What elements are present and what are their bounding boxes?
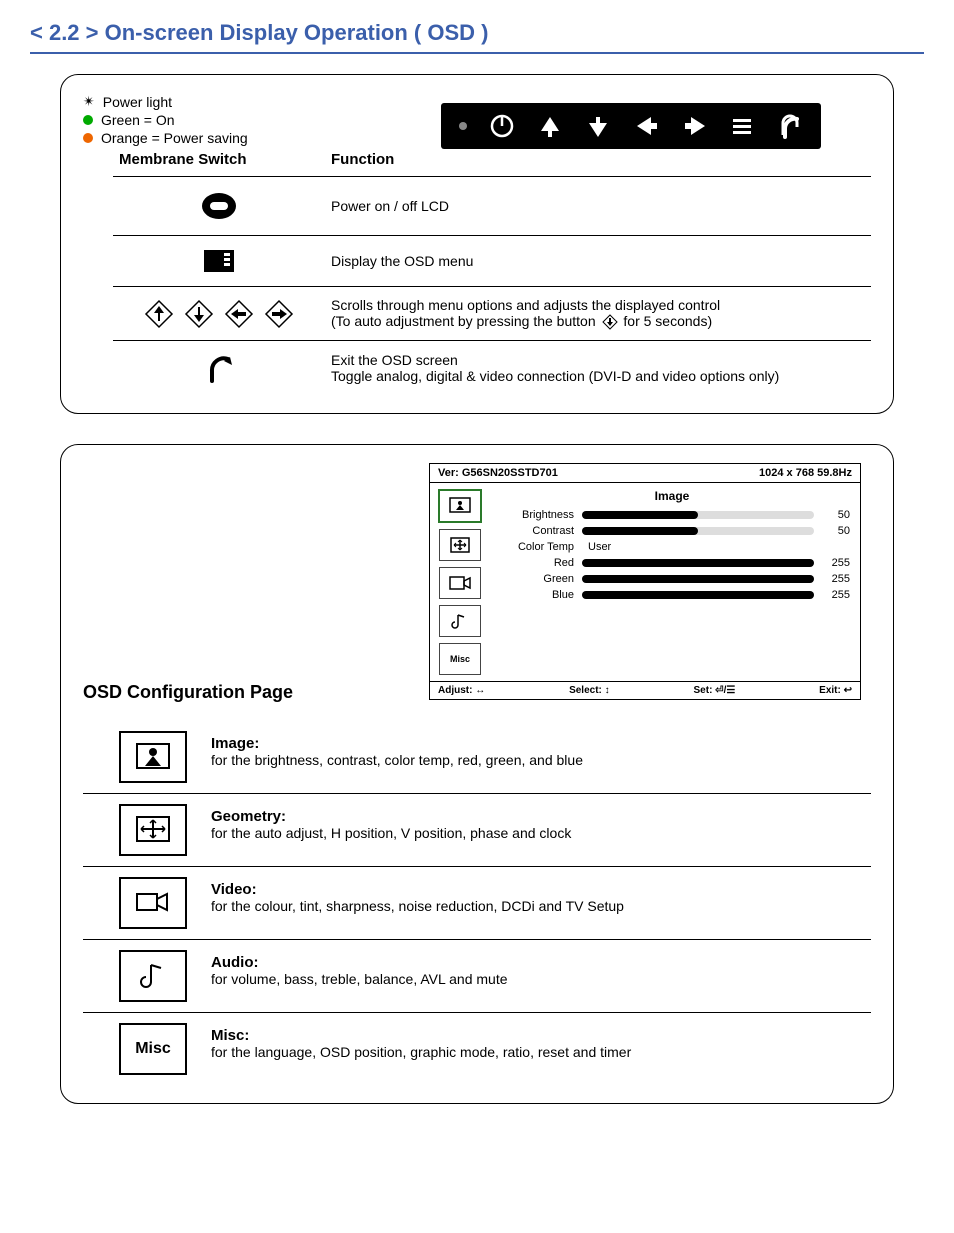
arrow-up-icon (537, 113, 563, 139)
power-button-icon (200, 187, 238, 225)
membrane-table: Membrane Switch Function Power on / off … (113, 143, 871, 395)
fn-power: Power on / off LCD (325, 177, 871, 236)
fn-menu: Display the OSD menu (325, 236, 871, 287)
legend-orange: Orange = Power saving (101, 130, 248, 146)
green-dot-icon (83, 115, 93, 125)
osd-version: Ver: G56SN20SSTD701 (438, 467, 558, 479)
gear-icon: ✴ (83, 93, 95, 110)
osd-tab-image (438, 489, 482, 523)
page-title: < 2.2 > On-screen Display Operation ( OS… (30, 20, 924, 54)
arrow-down-icon (585, 113, 611, 139)
osd-blue-val: 255 (822, 589, 850, 601)
osd-tab-video (439, 567, 481, 599)
button-strip-graphic (441, 103, 821, 149)
osd-page-title: Image (494, 489, 850, 503)
arrow-right-icon (681, 113, 707, 139)
menu-icon (729, 113, 755, 139)
osd-red-label: Red (494, 557, 574, 569)
table-row: Scrolls through menu options and adjusts… (113, 287, 871, 341)
menu-button-icon (202, 246, 236, 276)
osd-foot-adjust: Adjust: ↔ (438, 685, 485, 696)
col-switch: Membrane Switch (113, 143, 325, 177)
osd-foot-set: Set: ⏎/☰ (694, 685, 736, 696)
audio-tab-icon (448, 611, 472, 631)
exit-icon (777, 113, 803, 139)
config-row-audio: Audio:for volume, bass, treble, balance,… (83, 940, 871, 1013)
led-dot-icon (459, 122, 467, 130)
legend-green: Green = On (101, 112, 175, 128)
table-row: Display the OSD menu (113, 236, 871, 287)
arrow-down-outline-icon (184, 299, 214, 329)
arrow-left-outline-icon (224, 299, 254, 329)
osd-foot-exit: Exit: ↩ (819, 685, 852, 696)
arrow-down-inline-icon (602, 314, 618, 330)
table-row: Power on / off LCD (113, 177, 871, 236)
osd-contrast-label: Contrast (494, 525, 574, 537)
arrow-up-outline-icon (144, 299, 174, 329)
osd-colortemp-label: Color Temp (494, 541, 574, 553)
arrow-right-outline-icon (264, 299, 294, 329)
audio-icon (119, 950, 187, 1002)
osd-colortemp-val: User (582, 541, 648, 553)
osd-brightness-val: 50 (822, 509, 850, 521)
exit-button-icon (202, 351, 236, 385)
orange-dot-icon (83, 133, 93, 143)
config-row-video: Video:for the colour, tint, sharpness, n… (83, 867, 871, 940)
config-row-image: Image:for the brightness, contrast, colo… (83, 721, 871, 794)
osd-green-val: 255 (822, 573, 850, 585)
config-row-misc: Misc Misc:for the language, OSD position… (83, 1013, 871, 1085)
osd-tab-audio (439, 605, 481, 637)
image-icon (119, 731, 187, 783)
fn-exit: Exit the OSD screen Toggle analog, digit… (325, 341, 871, 396)
osd-contrast-val: 50 (822, 525, 850, 537)
panel-membrane: ✴ Power light Green = On Orange = Power s… (60, 74, 894, 414)
table-row: Exit the OSD screen Toggle analog, digit… (113, 341, 871, 396)
video-icon (119, 877, 187, 929)
legend-power-light: Power light (103, 94, 172, 110)
osd-mode: 1024 x 768 59.8Hz (759, 467, 852, 479)
osd-tab-geometry (439, 529, 481, 561)
osd-red-val: 255 (822, 557, 850, 569)
panel-osd-config: Ver: G56SN20SSTD701 1024 x 768 59.8Hz (60, 444, 894, 1104)
power-icon (489, 113, 515, 139)
fn-arrows: Scrolls through menu options and adjusts… (325, 287, 871, 341)
osd-brightness-label: Brightness (494, 509, 574, 521)
misc-icon: Misc (119, 1023, 187, 1075)
image-tab-icon (448, 496, 472, 516)
osd-tab-misc: Misc (439, 643, 481, 675)
osd-green-label: Green (494, 573, 574, 585)
geometry-tab-icon (448, 535, 472, 555)
config-row-geometry: Geometry:for the auto adjust, H position… (83, 794, 871, 867)
osd-screenshot: Ver: G56SN20SSTD701 1024 x 768 59.8Hz (429, 463, 861, 700)
video-tab-icon (448, 573, 472, 593)
osd-foot-select: Select: ↕ (569, 685, 610, 696)
geometry-icon (119, 804, 187, 856)
arrow-left-icon (633, 113, 659, 139)
osd-blue-label: Blue (494, 589, 574, 601)
